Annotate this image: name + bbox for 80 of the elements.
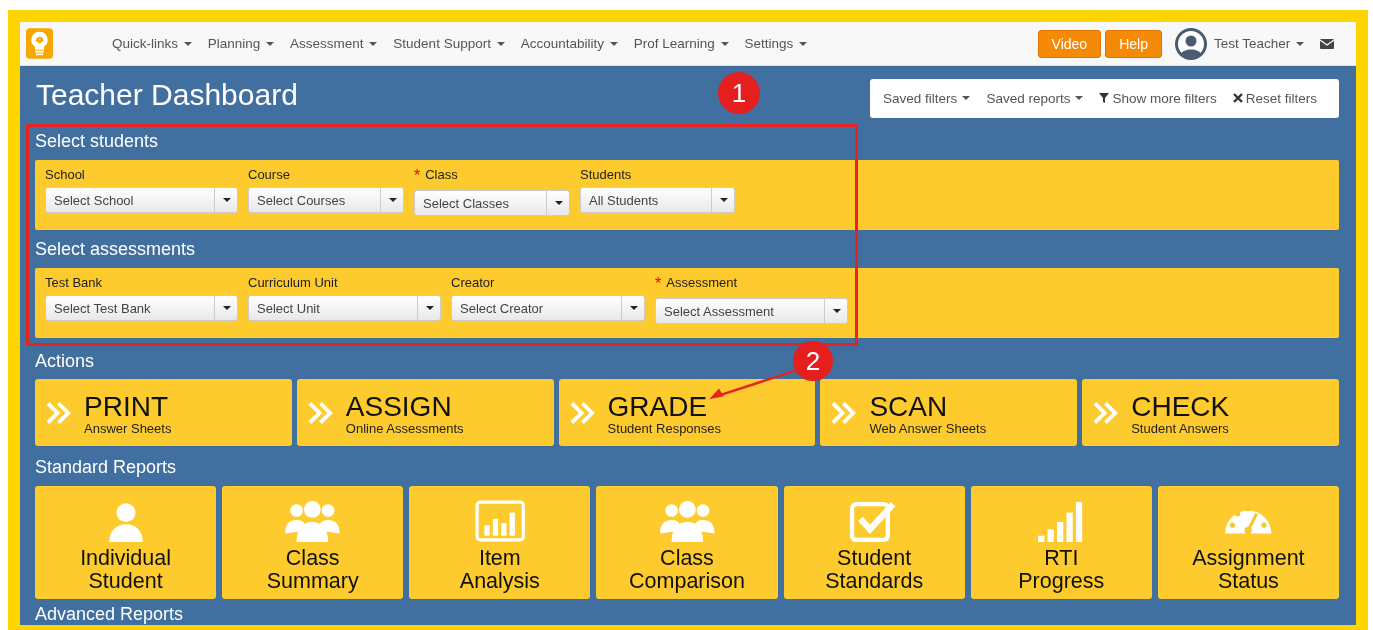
section-heading: Select assessments — [35, 238, 196, 261]
select-dropdown[interactable]: All Students — [580, 187, 735, 213]
field-label: Course — [248, 167, 290, 182]
report-label: RTI Progress — [1018, 547, 1105, 593]
report-label: Class Summary — [266, 547, 359, 593]
group-icon — [658, 500, 716, 542]
report-tile[interactable]: Individual Student — [35, 486, 217, 599]
action-tile[interactable]: PRINT Answer Sheets — [35, 379, 292, 446]
nav-menu[interactable]: Assessment — [290, 36, 378, 51]
nav-menu[interactable]: Prof Learning — [633, 36, 729, 51]
toolbar-link[interactable]: Saved reports — [986, 90, 1084, 106]
action-subtitle: Student Responses — [607, 421, 722, 436]
select-dropdown[interactable]: Select Assessment — [655, 298, 848, 324]
report-tile[interactable]: Class Comparison — [596, 486, 778, 599]
envelope-icon[interactable] — [1320, 38, 1334, 49]
select-dropdown[interactable]: Select Courses — [248, 187, 404, 213]
double-chevron-icon — [568, 399, 596, 426]
field-label: Creator — [451, 275, 495, 290]
user-avatar-icon — [1174, 27, 1207, 60]
double-chevron-icon — [1092, 399, 1120, 426]
action-subtitle: Student Answers — [1131, 421, 1230, 436]
section-heading: Standard Reports — [35, 456, 177, 479]
select-dropdown[interactable]: Select Unit — [248, 295, 441, 321]
field-label: Students — [580, 167, 632, 182]
toolbar-link[interactable]: Show more filters — [1099, 90, 1217, 106]
field-label: Class — [425, 167, 458, 184]
action-tile[interactable]: CHECK Student Answers — [1082, 379, 1339, 446]
action-tile[interactable]: SCAN Web Answer Sheets — [820, 379, 1078, 446]
action-title: ASSIGN — [345, 393, 453, 421]
select-dropdown[interactable]: Select School — [45, 187, 238, 213]
report-tile[interactable]: Student Standards — [783, 486, 965, 599]
page-title: Teacher Dashboard — [36, 78, 298, 112]
nav-menu[interactable]: Accountability — [520, 36, 618, 51]
toolbar-link[interactable]: Saved filters — [883, 90, 971, 106]
action-tile[interactable]: GRADE Student Responses — [558, 379, 816, 446]
action-title: SCAN — [869, 393, 949, 421]
nav-menu[interactable]: Quick-links — [112, 36, 192, 51]
select-dropdown[interactable]: Select Creator — [451, 295, 645, 321]
section-heading: Actions — [35, 350, 95, 373]
field-label: Curriculum Unit — [248, 275, 338, 290]
action-subtitle: Answer Sheets — [84, 421, 172, 436]
callout-number: 1 — [718, 72, 760, 114]
report-label: Item Analysis — [459, 547, 540, 593]
report-tile[interactable]: Class Summary — [222, 486, 404, 599]
section-heading: Advanced Reports — [35, 603, 184, 625]
nav-menu[interactable]: Settings — [744, 36, 808, 51]
required-asterisk: * — [414, 167, 421, 185]
nav-menu[interactable]: Planning — [207, 36, 275, 51]
action-subtitle: Web Answer Sheets — [869, 421, 987, 436]
action-tile[interactable]: ASSIGN Online Assessments — [296, 379, 554, 446]
nav-menu[interactable]: Student Support — [393, 36, 505, 51]
field-label: School — [45, 167, 85, 182]
action-subtitle: Online Assessments — [345, 421, 464, 436]
report-tile[interactable]: Assignment Status — [1157, 486, 1339, 599]
bar-chart-icon — [474, 500, 526, 542]
select-dropdown[interactable]: Select Test Bank — [45, 295, 238, 321]
report-label: Individual Student — [80, 547, 171, 593]
user-menu[interactable]: Test Teacher — [1213, 36, 1304, 51]
action-title: GRADE — [607, 393, 709, 421]
report-tile[interactable]: Item Analysis — [409, 486, 591, 599]
report-label: Assignment Status — [1192, 547, 1305, 593]
section-heading: Select students — [35, 130, 159, 153]
filter-icon — [1099, 93, 1110, 103]
report-label: Class Comparison — [629, 547, 745, 593]
action-title: PRINT — [84, 393, 169, 421]
double-chevron-icon — [306, 399, 334, 426]
field-label: Assessment — [666, 275, 738, 292]
action-title: CHECK — [1131, 393, 1230, 421]
required-asterisk: * — [655, 275, 662, 293]
lightbulb-logo-icon — [26, 28, 53, 59]
callout-number: 2 — [793, 341, 833, 381]
select-dropdown[interactable]: Select Classes — [414, 190, 570, 216]
close-icon — [1232, 93, 1243, 103]
toolbar-link[interactable]: Reset filters — [1232, 90, 1317, 106]
group-icon — [284, 500, 342, 542]
report-tile[interactable]: RTI Progress — [970, 486, 1152, 599]
field-label: Test Bank — [45, 275, 103, 290]
double-chevron-icon — [45, 399, 72, 426]
double-chevron-icon — [830, 399, 858, 426]
report-label: Student Standards — [825, 547, 924, 593]
